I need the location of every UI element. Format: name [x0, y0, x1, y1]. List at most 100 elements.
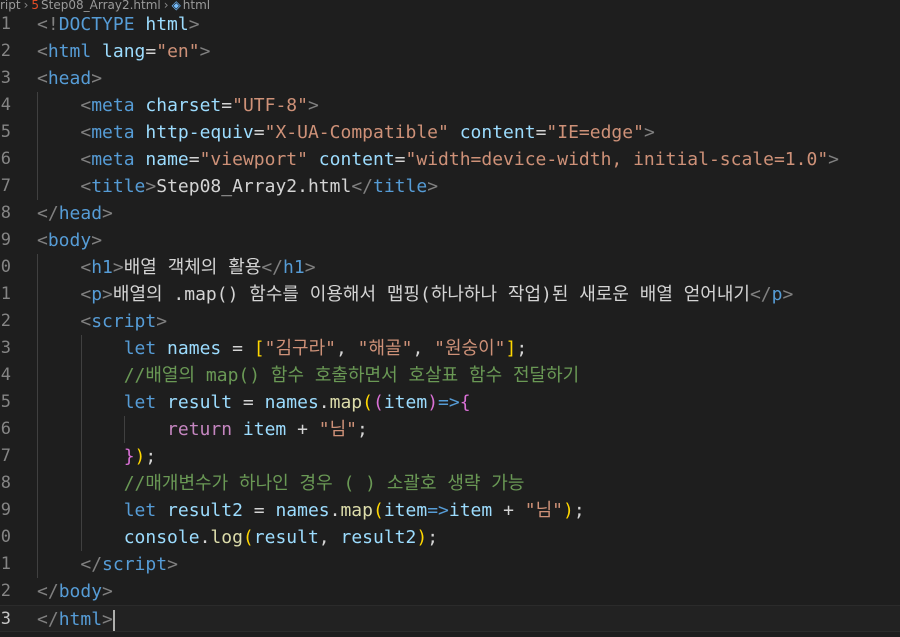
line-number: 9 — [0, 230, 11, 250]
code-line[interactable]: 2 <script> — [0, 308, 900, 335]
code-line[interactable]: 4 <meta charset="UTF-8"> — [0, 92, 900, 119]
code-token: charset — [134, 95, 222, 116]
line-number: 1 — [0, 554, 11, 574]
code-line[interactable]: 6 return item + "님"; — [0, 416, 900, 443]
line-number: 1 — [0, 14, 11, 34]
code-token: meta — [91, 122, 135, 143]
line-number: 4 — [0, 365, 11, 385]
code-line[interactable]: 5 <meta http-equiv="X-UA-Compatible" con… — [0, 119, 900, 146]
code-token: ) — [562, 500, 574, 521]
code-text[interactable]: <p>배열의 .map() 함수를 이용해서 맵핑(하나하나 작업)된 새로운 … — [37, 281, 793, 308]
code-text[interactable]: </html> — [37, 606, 115, 633]
code-token: "IE=edge" — [546, 122, 644, 143]
code-text[interactable]: </script> — [37, 551, 178, 578]
code-line[interactable]: 3 let names = ["김구라", "해골", "원숭이"]; — [0, 335, 900, 362]
code-token: ; — [427, 527, 439, 548]
code-line[interactable]: 8 //매개변수가 하나인 경우 ( ) 소괄호 생략 가능 — [0, 470, 900, 497]
code-token: names — [275, 500, 330, 521]
code-token: [ — [253, 338, 265, 359]
code-line[interactable]: 1 <!DOCTYPE html> — [0, 11, 900, 38]
code-line[interactable]: 4 //배열의 map() 함수 호출하면서 호살표 함수 전달하기 — [0, 362, 900, 389]
code-token: < — [37, 230, 48, 251]
code-line[interactable]: 7 }); — [0, 443, 900, 470]
line-number: 7 — [0, 176, 11, 196]
code-token: result — [156, 392, 233, 413]
code-line[interactable]: 2 </body> — [0, 578, 900, 605]
code-token: ( — [362, 392, 373, 413]
code-token: > — [304, 257, 316, 278]
code-line[interactable]: 6 <meta name="viewport" content="width=d… — [0, 146, 900, 173]
code-text[interactable]: //매개변수가 하나인 경우 ( ) 소괄호 생략 가능 — [37, 470, 525, 497]
code-token: h1 — [91, 257, 113, 278]
code-text[interactable]: <h1>배열 객체의 활용</h1> — [37, 254, 316, 281]
code-line[interactable]: 1 <p>배열의 .map() 함수를 이용해서 맵핑(하나하나 작업)된 새로… — [0, 281, 900, 308]
code-token: < — [80, 257, 92, 278]
line-number: 5 — [0, 392, 11, 412]
code-token: return — [167, 419, 233, 440]
code-text[interactable]: </body> — [37, 578, 113, 605]
code-text[interactable]: //배열의 map() 함수 호출하면서 호살표 함수 전달하기 — [37, 362, 580, 389]
code-token: , — [335, 338, 358, 359]
code-text[interactable]: <meta charset="UTF-8"> — [37, 92, 318, 119]
code-text[interactable]: <html lang="en"> — [37, 38, 210, 65]
code-text[interactable]: <title>Step08_Array2.html</title> — [37, 173, 438, 200]
code-line[interactable]: 9 let result2 = names.map(item=>item + "… — [0, 497, 900, 524]
code-editor[interactable]: 1 <!DOCTYPE html> 2 <html lang="en"> 3 <head>… — [0, 11, 900, 632]
code-line[interactable]: 2 <html lang="en"> — [0, 38, 900, 65]
code-text[interactable]: <meta http-equiv="X-UA-Compatible" conte… — [37, 119, 654, 146]
code-text[interactable]: console.log(result, result2); — [37, 524, 438, 551]
line-number: 8 — [0, 473, 11, 493]
code-line[interactable]: 7 <title>Step08_Array2.html</title> — [0, 173, 900, 200]
code-text[interactable]: }); — [37, 443, 157, 470]
code-text[interactable]: <meta name="viewport" content="width=dev… — [37, 146, 839, 173]
line-number: 6 — [0, 149, 11, 169]
code-token: > — [145, 176, 157, 197]
code-token: result — [253, 527, 319, 548]
code-text[interactable]: </head> — [37, 200, 113, 227]
code-text[interactable]: let names = ["김구라", "해골", "원숭이"]; — [37, 335, 527, 362]
code-token: ] — [505, 338, 517, 359]
code-token: head — [47, 68, 92, 89]
code-line[interactable]: 0 <h1>배열 객체의 활용</h1> — [0, 254, 900, 281]
code-token: item — [383, 500, 428, 521]
code-line[interactable]: 9 <body> — [0, 227, 900, 254]
code-token: ( — [372, 392, 384, 413]
code-token: "님" — [524, 500, 563, 521]
code-line[interactable]: 3 </html> — [0, 605, 900, 632]
code-token: let — [123, 338, 157, 359]
code-token: "width=device-width, initial-scale=1.0" — [405, 149, 829, 170]
code-line[interactable]: 3 <head> — [0, 65, 900, 92]
code-text[interactable]: <!DOCTYPE html> — [37, 11, 200, 38]
code-text[interactable]: <head> — [37, 65, 102, 92]
code-token: map — [329, 392, 363, 413]
code-text[interactable]: return item + "님"; — [37, 416, 368, 443]
code-line[interactable]: 1 </script> — [0, 551, 900, 578]
code-token: content — [448, 122, 536, 143]
code-token: DOCTYPE — [58, 14, 135, 35]
code-token: = — [221, 338, 254, 359]
code-line[interactable]: 5 let result = names.map((item)=>{ — [0, 389, 900, 416]
code-text[interactable]: <body> — [37, 227, 102, 254]
code-text[interactable]: let result = names.map((item)=>{ — [37, 389, 471, 416]
code-token: > — [102, 581, 113, 602]
code-line[interactable]: 8 </head> — [0, 200, 900, 227]
code-token: item — [232, 419, 287, 440]
code-text[interactable]: let result2 = names.map(item=>item + "님"… — [37, 497, 585, 524]
code-line[interactable]: 0 console.log(result, result2); — [0, 524, 900, 551]
code-token: ) — [427, 392, 439, 413]
code-token: < — [80, 149, 92, 170]
code-token: < — [80, 95, 92, 116]
code-text[interactable]: <script> — [37, 308, 167, 335]
code-token: > — [782, 284, 794, 305]
code-token: name — [134, 149, 189, 170]
code-token: 배열 객체의 활용 — [123, 257, 262, 278]
code-token: script — [102, 554, 168, 575]
code-token: ; — [145, 446, 157, 467]
code-token: "X-UA-Compatible" — [264, 122, 449, 143]
code-token: > — [156, 311, 168, 332]
